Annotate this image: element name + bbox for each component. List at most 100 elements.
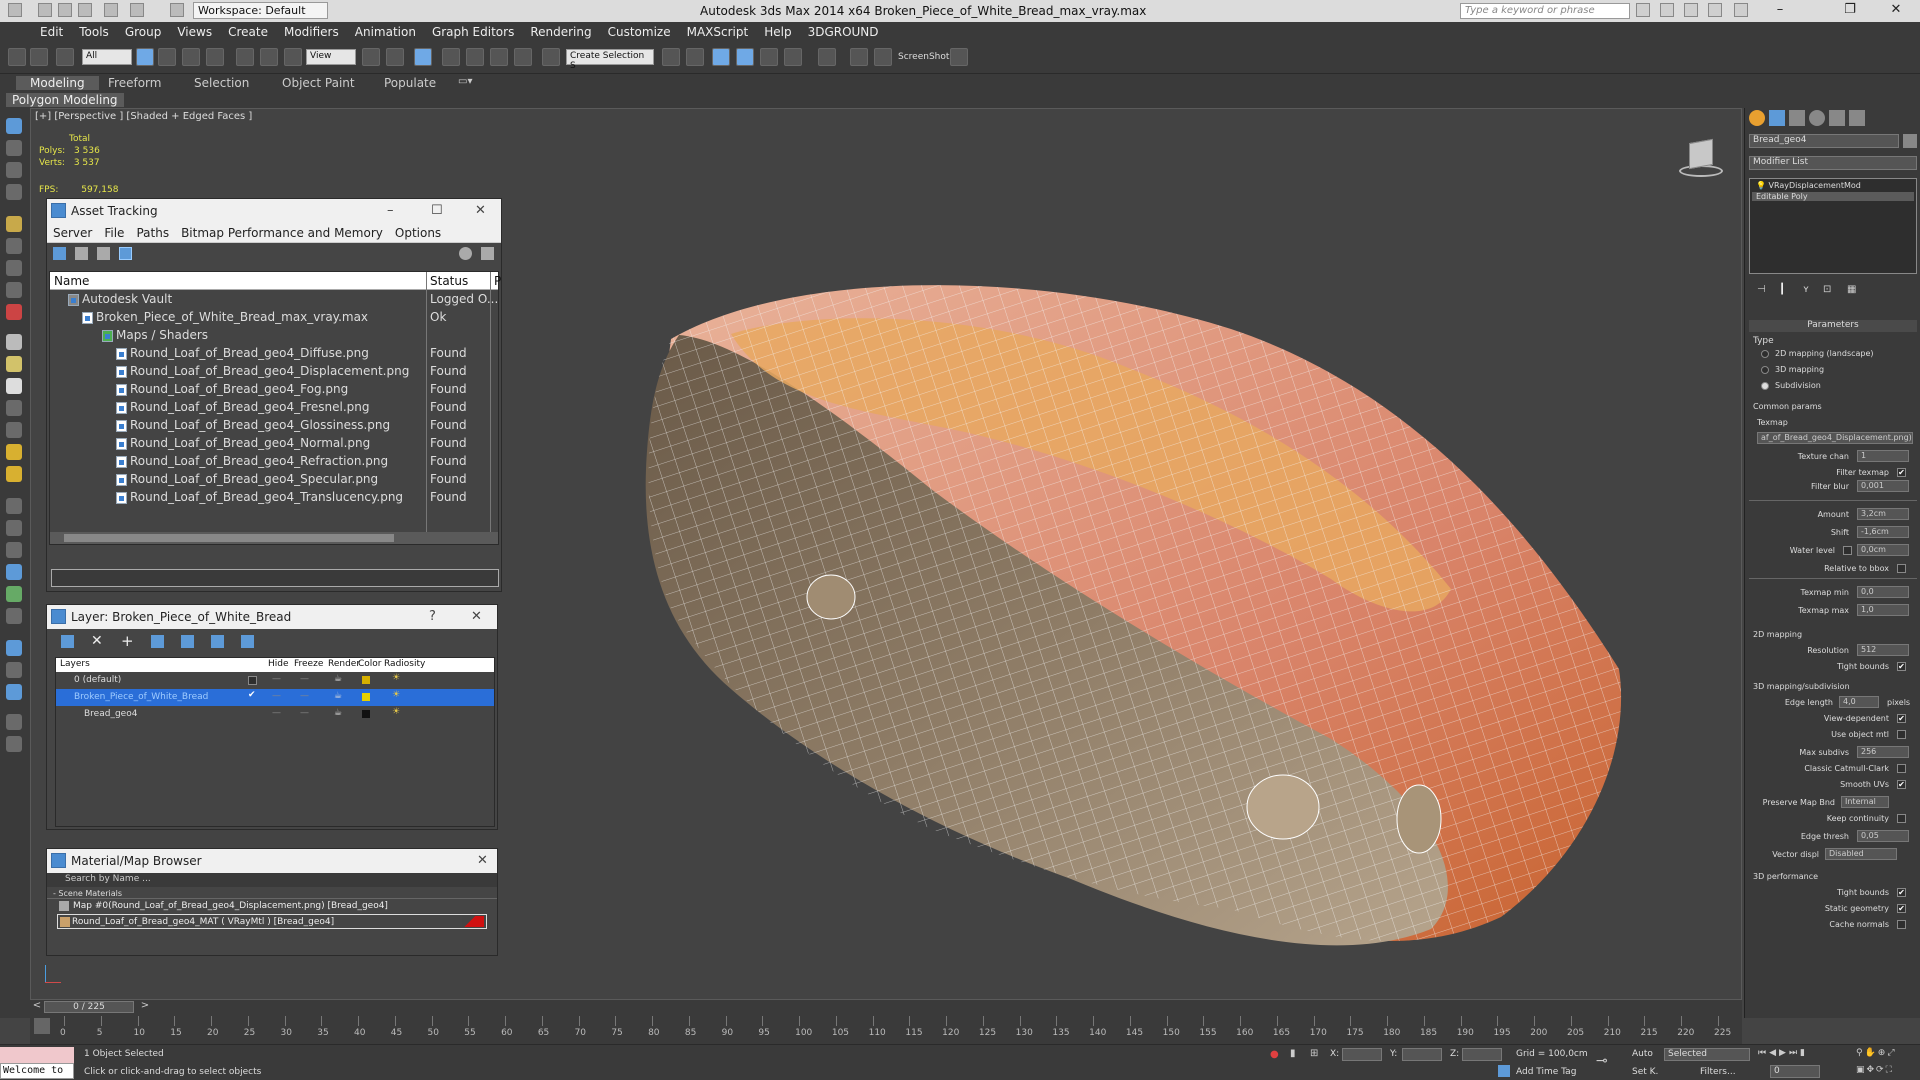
select-layer-objects-icon[interactable] [151,635,164,648]
key-filter-dropdown[interactable]: Selected [1664,1048,1750,1061]
help-circle-icon[interactable] [6,736,22,752]
workspace-dropdown[interactable]: Workspace: Default [193,2,328,19]
z-coordinate-field[interactable] [1462,1048,1502,1061]
make-unique-icon[interactable]: ʏ [1803,284,1815,296]
current-frame-field[interactable]: 0 [1770,1065,1820,1078]
key-icon[interactable]: ⊸ [1596,1053,1608,1069]
material-item-selected[interactable]: Round_Loaf_of_Bread_geo4_MAT ( VRayMtl )… [57,914,487,929]
radiosity-icon[interactable]: ☀ [392,707,400,717]
freeze-all-layers-icon[interactable] [241,635,254,648]
screenshot-icon[interactable] [950,48,968,66]
stack-item-vray-displacement[interactable]: 💡 VRayDisplacementMod [1756,181,1861,190]
angle-snap-icon[interactable] [466,48,484,66]
menu-3dground[interactable]: 3DGROUND [800,22,887,42]
material-browser-close-button[interactable]: ✕ [477,853,488,868]
modify-tab-icon[interactable] [1769,110,1785,126]
open-icon[interactable] [58,3,72,17]
time-slider-thumb[interactable]: 0 / 225 [44,1001,134,1013]
mini-curve-editor-icon[interactable] [34,1018,50,1034]
ribbon-options-icon[interactable]: ▭▾ [458,76,472,87]
menu-tools[interactable]: Tools [71,22,117,42]
view-dependent-checkbox[interactable]: ✔ [1897,714,1906,723]
asset-close-button[interactable]: ✕ [475,203,486,218]
render-teapot-icon[interactable]: ☕ [334,691,342,701]
current-layer-checkbox[interactable] [248,676,257,685]
app-icon[interactable] [8,3,22,17]
particles-icon[interactable] [6,498,22,514]
configure-sets-icon[interactable]: ▦ [1847,284,1859,296]
time-next-icon[interactable]: > [138,1000,152,1014]
globe-icon[interactable] [6,564,22,580]
hide-all-layers-icon[interactable] [211,635,224,648]
classic-catmull-checkbox[interactable] [1897,764,1906,773]
selection-lock-icon[interactable]: ▮ [1290,1048,1296,1059]
asset-tracking-titlebar[interactable]: Asset Tracking – ☐ ✕ [47,199,501,223]
scene-explorer-icon[interactable] [6,140,22,156]
scale-icon[interactable] [284,48,302,66]
tab-selection[interactable]: Selection [194,76,249,90]
tight-bounds-2-checkbox[interactable]: ✔ [1897,888,1906,897]
helper-icon[interactable] [6,260,22,276]
move-icon[interactable] [236,48,254,66]
vector-displ-dropdown[interactable]: Disabled [1825,848,1897,860]
sun-icon[interactable] [6,444,22,460]
add-time-tag[interactable]: Add Time Tag [1516,1067,1576,1077]
relative-bbox-checkbox[interactable] [1897,564,1906,573]
asset-menu-bitmap[interactable]: Bitmap Performance and Memory [175,223,389,243]
spacewarp-icon[interactable] [6,304,22,320]
compass-icon[interactable] [6,684,22,700]
viewport-layout-icon[interactable] [6,118,22,134]
select-manipulate-icon[interactable] [386,48,404,66]
hide-toggle[interactable]: — [272,691,281,701]
stack-item-editable-poly[interactable]: Editable Poly [1752,192,1914,201]
time-slider[interactable]: < 0 / 225 > [30,1000,1742,1014]
asset-row[interactable]: Round_Loaf_of_Bread_geo4_Refraction.png F… [50,452,498,470]
material-browser-titlebar[interactable]: Material/Map Browser ✕ [47,849,497,873]
selection-filter-dropdown[interactable]: All [82,49,132,65]
align-icon[interactable] [686,48,704,66]
tab-freeform[interactable]: Freeform [108,76,161,90]
teapot-icon[interactable] [6,378,22,394]
text-icon[interactable] [6,714,22,730]
favorites-star-icon[interactable] [1708,3,1722,17]
plane-icon[interactable] [6,334,22,350]
col-hide[interactable]: Hide [268,659,289,669]
layer-titlebar[interactable]: Layer: Broken_Piece_of_White_Bread ? ✕ [47,605,497,629]
menu-customize[interactable]: Customize [600,22,679,42]
key-filters-button[interactable]: Filters... [1700,1067,1736,1077]
unlink-icon[interactable] [30,48,48,66]
viewcube[interactable] [1671,133,1729,179]
asset-row[interactable]: Round_Loaf_of_Bread_geo4_Fresnel.png Foun… [50,398,498,416]
edge-thresh-spinner[interactable]: 0,05 [1857,830,1909,842]
tree-icon[interactable] [6,586,22,602]
material-editor-icon[interactable] [818,48,836,66]
resolution-spinner[interactable]: 512 [1857,644,1909,656]
close-button[interactable]: ✕ [1876,2,1916,20]
scene-materials-group[interactable]: - Scene Materials [47,887,497,899]
keep-continuity-checkbox[interactable] [1897,814,1906,823]
y-coordinate-field[interactable] [1402,1048,1442,1061]
col-layers[interactable]: Layers [60,659,90,669]
mirror-icon[interactable] [662,48,680,66]
menu-modifiers[interactable]: Modifiers [276,22,347,42]
static-geometry-checkbox[interactable]: ✔ [1897,904,1906,913]
minimize-button[interactable]: – [1760,2,1800,20]
keyboard-shortcut-icon[interactable] [414,48,432,66]
filter-texmap-checkbox[interactable]: ✔ [1897,468,1906,477]
texmap-button[interactable]: af_of_Bread_geo4_Displacement.png) [1757,432,1913,444]
remove-modifier-icon[interactable]: ⊡ [1823,284,1835,296]
search-input[interactable]: Type a keyword or phrase [1460,3,1630,19]
maximize-button[interactable]: ❐ [1830,2,1870,20]
camera-icon[interactable] [6,282,22,298]
refresh-icon[interactable] [53,247,66,260]
project-icon[interactable] [170,3,184,17]
reference-coordinate-dropdown[interactable]: View [306,49,356,65]
maxscript-listener[interactable]: Welcome to [0,1063,74,1079]
shape-icon[interactable] [6,400,22,416]
absolute-mode-icon[interactable]: ⊞ [1310,1048,1318,1059]
auto-key-button[interactable]: Auto [1632,1049,1653,1059]
hair-icon[interactable] [6,520,22,536]
playback-controls[interactable]: ⏮◀▶⏭▮ [1758,1048,1808,1058]
layers-icon[interactable] [6,162,22,178]
polygon-modeling-label[interactable]: Polygon Modeling [6,93,124,107]
